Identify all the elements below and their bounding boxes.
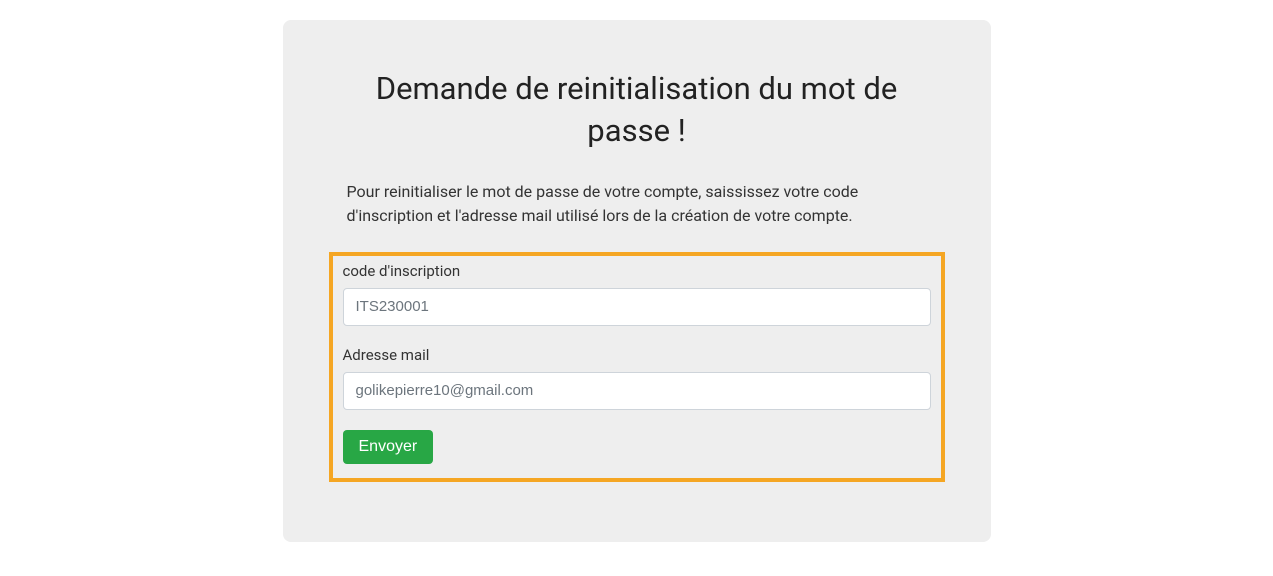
email-label: Adresse mail (343, 346, 931, 364)
code-label: code d'inscription (343, 262, 931, 280)
code-input[interactable] (343, 288, 931, 326)
submit-button[interactable]: Envoyer (343, 430, 434, 464)
page-title: Demande de reinitialisation du mot de pa… (343, 68, 931, 152)
form-highlight-box: code d'inscription Adresse mail Envoyer (329, 252, 945, 482)
password-reset-card: Demande de reinitialisation du mot de pa… (283, 20, 991, 542)
instructions-text: Pour reinitialiser le mot de passe de vo… (343, 180, 931, 228)
email-input[interactable] (343, 372, 931, 410)
